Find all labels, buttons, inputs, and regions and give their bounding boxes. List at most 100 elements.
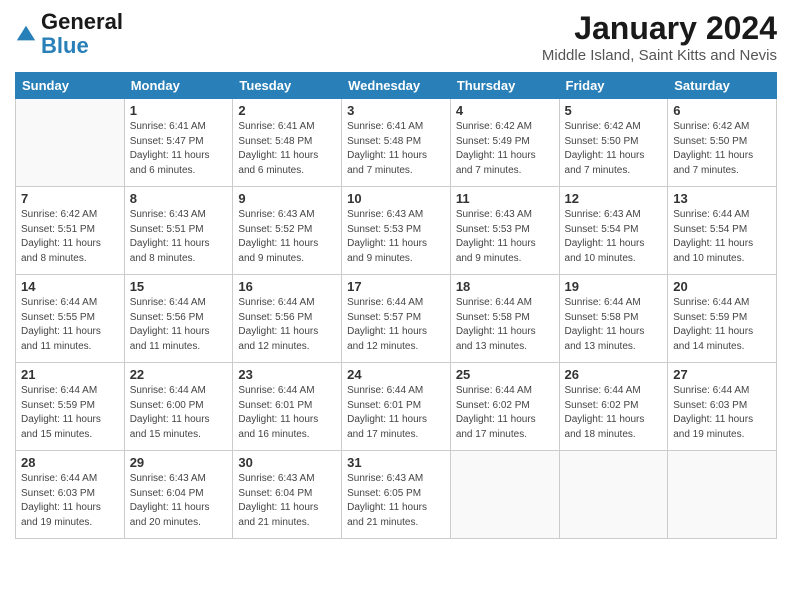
calendar-subtitle: Middle Island, Saint Kitts and Nevis <box>542 47 777 64</box>
calendar-cell: 21Sunrise: 6:44 AMSunset: 5:59 PMDayligh… <box>16 363 125 451</box>
calendar-cell: 8 Sunrise: 6:43 AMSunset: 5:51 PMDaylight… <box>124 187 233 275</box>
calendar-cell: 11Sunrise: 6:43 AMSunset: 5:53 PMDayligh… <box>450 187 559 275</box>
day-number: 13 <box>673 191 771 206</box>
day-info: Sunrise: 6:42 AMSunset: 5:49 PMDaylight:… <box>456 120 554 178</box>
calendar-cell: 24 Sunrise: 6:44 AMSunset: 6:01 PMDayligh… <box>342 363 451 451</box>
calendar-cell <box>559 451 668 539</box>
calendar-cell <box>450 451 559 539</box>
calendar-cell: 22 Sunrise: 6:44 AMSunset: 6:00 PMDayligh… <box>124 363 233 451</box>
day-number: 14 <box>21 279 119 294</box>
calendar-header-friday: Friday <box>559 73 668 99</box>
calendar-cell: 27 Sunrise: 6:44 AMSunset: 6:03 PMDayligh… <box>668 363 777 451</box>
day-number: 20 <box>673 279 771 294</box>
day-number: 31 <box>347 455 445 470</box>
day-info: Sunrise: 6:43 AMSunset: 5:54 PMDaylight:… <box>565 208 663 266</box>
title-block: January 2024 Middle Island, Saint Kitts … <box>542 10 777 64</box>
calendar-cell: 18 Sunrise: 6:44 AMSunset: 5:58 PMDayligh… <box>450 275 559 363</box>
day-number: 3 <box>347 103 445 118</box>
day-info: Sunrise: 6:43 AMSunset: 5:53 PMDaylight:… <box>347 208 445 266</box>
day-number: 5 <box>565 103 663 118</box>
calendar-header-row: SundayMondayTuesdayWednesdayThursdayFrid… <box>16 73 777 99</box>
day-info: Sunrise: 6:44 AMSunset: 6:01 PMDaylight:… <box>238 384 336 442</box>
day-info: Sunrise: 6:41 AMSunset: 5:47 PMDaylight:… <box>130 120 228 178</box>
calendar-cell: 13 Sunrise: 6:44 AMSunset: 5:54 PMDayligh… <box>668 187 777 275</box>
day-number: 8 <box>130 191 228 206</box>
calendar-cell: 2Sunrise: 6:41 AMSunset: 5:48 PMDaylight… <box>233 99 342 187</box>
calendar-table: SundayMondayTuesdayWednesdayThursdayFrid… <box>15 72 777 539</box>
day-info: Sunrise: 6:44 AMSunset: 5:56 PMDaylight:… <box>130 296 228 354</box>
calendar-cell: 7Sunrise: 6:42 AMSunset: 5:51 PMDaylight… <box>16 187 125 275</box>
day-number: 22 <box>130 367 228 382</box>
calendar-cell: 31 Sunrise: 6:43 AMSunset: 6:05 PMDayligh… <box>342 451 451 539</box>
day-number: 26 <box>565 367 663 382</box>
day-info: Sunrise: 6:44 AMSunset: 6:00 PMDaylight:… <box>130 384 228 442</box>
day-number: 2 <box>238 103 336 118</box>
day-info: Sunrise: 6:43 AMSunset: 6:05 PMDaylight:… <box>347 472 445 530</box>
day-number: 27 <box>673 367 771 382</box>
day-number: 30 <box>238 455 336 470</box>
day-info: Sunrise: 6:42 AMSunset: 5:50 PMDaylight:… <box>565 120 663 178</box>
calendar-week-1: 1 Sunrise: 6:41 AMSunset: 5:47 PMDaylight… <box>16 99 777 187</box>
calendar-week-3: 14 Sunrise: 6:44 AMSunset: 5:55 PMDayligh… <box>16 275 777 363</box>
day-info: Sunrise: 6:44 AMSunset: 5:54 PMDaylight:… <box>673 208 771 266</box>
day-info: Sunrise: 6:44 AMSunset: 6:03 PMDaylight:… <box>673 384 771 442</box>
day-number: 24 <box>347 367 445 382</box>
calendar-cell: 26 Sunrise: 6:44 AMSunset: 6:02 PMDayligh… <box>559 363 668 451</box>
day-info: Sunrise: 6:41 AMSunset: 5:48 PMDaylight:… <box>347 120 445 178</box>
day-number: 23 <box>238 367 336 382</box>
day-number: 10 <box>347 191 445 206</box>
day-info: Sunrise: 6:43 AMSunset: 5:51 PMDaylight:… <box>130 208 228 266</box>
calendar-header-tuesday: Tuesday <box>233 73 342 99</box>
calendar-header-monday: Monday <box>124 73 233 99</box>
day-info: Sunrise: 6:42 AMSunset: 5:51 PMDaylight:… <box>21 208 119 266</box>
day-info: Sunrise: 6:43 AMSunset: 5:52 PMDaylight:… <box>238 208 336 266</box>
calendar-cell: 14 Sunrise: 6:44 AMSunset: 5:55 PMDayligh… <box>16 275 125 363</box>
calendar-cell: 15 Sunrise: 6:44 AMSunset: 5:56 PMDayligh… <box>124 275 233 363</box>
day-number: 4 <box>456 103 554 118</box>
day-number: 12 <box>565 191 663 206</box>
calendar-cell: 1 Sunrise: 6:41 AMSunset: 5:47 PMDaylight… <box>124 99 233 187</box>
day-info: Sunrise: 6:44 AMSunset: 5:56 PMDaylight:… <box>238 296 336 354</box>
calendar-cell: 28 Sunrise: 6:44 AMSunset: 6:03 PMDayligh… <box>16 451 125 539</box>
day-number: 15 <box>130 279 228 294</box>
calendar-cell: 3 Sunrise: 6:41 AMSunset: 5:48 PMDaylight… <box>342 99 451 187</box>
day-info: Sunrise: 6:44 AMSunset: 6:03 PMDaylight:… <box>21 472 119 530</box>
day-number: 11 <box>456 191 554 206</box>
day-info: Sunrise: 6:44 AMSunset: 6:01 PMDaylight:… <box>347 384 445 442</box>
calendar-cell: 25 Sunrise: 6:44 AMSunset: 6:02 PMDayligh… <box>450 363 559 451</box>
day-number: 28 <box>21 455 119 470</box>
day-number: 29 <box>130 455 228 470</box>
page-header: General Blue January 2024 Middle Island,… <box>15 10 777 64</box>
day-number: 25 <box>456 367 554 382</box>
calendar-week-4: 21Sunrise: 6:44 AMSunset: 5:59 PMDayligh… <box>16 363 777 451</box>
day-info: Sunrise: 6:44 AMSunset: 5:57 PMDaylight:… <box>347 296 445 354</box>
day-number: 19 <box>565 279 663 294</box>
calendar-cell: 9Sunrise: 6:43 AMSunset: 5:52 PMDaylight… <box>233 187 342 275</box>
day-number: 1 <box>130 103 228 118</box>
calendar-cell: 12 Sunrise: 6:43 AMSunset: 5:54 PMDayligh… <box>559 187 668 275</box>
day-info: Sunrise: 6:44 AMSunset: 6:02 PMDaylight:… <box>565 384 663 442</box>
day-info: Sunrise: 6:44 AMSunset: 5:58 PMDaylight:… <box>456 296 554 354</box>
logo-icon <box>15 23 37 45</box>
day-info: Sunrise: 6:44 AMSunset: 5:58 PMDaylight:… <box>565 296 663 354</box>
day-info: Sunrise: 6:43 AMSunset: 6:04 PMDaylight:… <box>238 472 336 530</box>
calendar-cell: 19 Sunrise: 6:44 AMSunset: 5:58 PMDayligh… <box>559 275 668 363</box>
calendar-cell: 16Sunrise: 6:44 AMSunset: 5:56 PMDayligh… <box>233 275 342 363</box>
calendar-cell <box>16 99 125 187</box>
calendar-cell: 4 Sunrise: 6:42 AMSunset: 5:49 PMDaylight… <box>450 99 559 187</box>
day-number: 18 <box>456 279 554 294</box>
day-info: Sunrise: 6:44 AMSunset: 5:55 PMDaylight:… <box>21 296 119 354</box>
calendar-cell: 23 Sunrise: 6:44 AMSunset: 6:01 PMDayligh… <box>233 363 342 451</box>
day-info: Sunrise: 6:44 AMSunset: 6:02 PMDaylight:… <box>456 384 554 442</box>
calendar-cell: 17Sunrise: 6:44 AMSunset: 5:57 PMDayligh… <box>342 275 451 363</box>
day-info: Sunrise: 6:44 AMSunset: 5:59 PMDaylight:… <box>21 384 119 442</box>
calendar-week-5: 28 Sunrise: 6:44 AMSunset: 6:03 PMDayligh… <box>16 451 777 539</box>
calendar-header-sunday: Sunday <box>16 73 125 99</box>
logo: General Blue <box>15 10 123 58</box>
calendar-week-2: 7Sunrise: 6:42 AMSunset: 5:51 PMDaylight… <box>16 187 777 275</box>
day-info: Sunrise: 6:42 AMSunset: 5:50 PMDaylight:… <box>673 120 771 178</box>
calendar-cell: 20 Sunrise: 6:44 AMSunset: 5:59 PMDayligh… <box>668 275 777 363</box>
day-info: Sunrise: 6:44 AMSunset: 5:59 PMDaylight:… <box>673 296 771 354</box>
calendar-header-thursday: Thursday <box>450 73 559 99</box>
day-number: 6 <box>673 103 771 118</box>
